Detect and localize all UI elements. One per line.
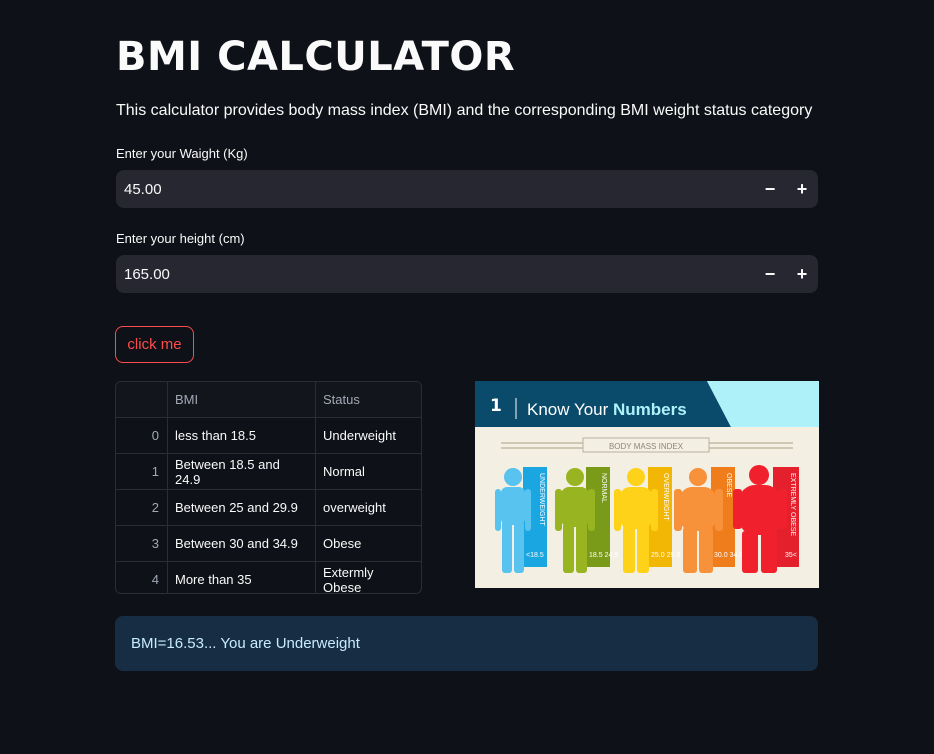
row-index: 2 [116, 489, 168, 526]
category-label-extremely-obese: EXTREMLY OBESE [789, 473, 796, 536]
category-range-extremely-obese: 35< [785, 552, 797, 559]
height-increment-button[interactable]: + [786, 255, 818, 293]
category-label-normal: NORMAL [600, 473, 607, 503]
table-row: 1 Between 18.5 and 24.9 Normal [116, 453, 421, 490]
row-index: 3 [116, 525, 168, 562]
row-index: 4 [116, 561, 168, 593]
infographic-header-emphasis: Numbers [613, 400, 687, 419]
category-range-overweight: 25.0 29.9 [651, 552, 680, 559]
row-status: Normal [315, 453, 421, 490]
page-description: This calculator provides body mass index… [116, 102, 813, 119]
weight-input[interactable]: 45.00 − + [116, 170, 818, 208]
weight-value[interactable]: 45.00 [116, 181, 754, 198]
table-row: 4 More than 35 Extermly Obese [116, 561, 421, 594]
page-title: BMI CALCULATOR [116, 34, 516, 80]
table-row: 3 Between 30 and 34.9 Obese [116, 525, 421, 562]
row-status: Extermly Obese [323, 564, 374, 594]
row-bmi: Between 30 and 34.9 [167, 525, 316, 562]
category-range-underweight: <18.5 [526, 552, 544, 559]
height-decrement-button[interactable]: − [754, 255, 786, 293]
infographic-banner: BODY MASS INDEX [609, 442, 684, 451]
row-bmi: Between 18.5 and 24.9 [167, 453, 316, 490]
table-header-index [116, 382, 168, 418]
row-bmi: More than 35 [167, 561, 316, 593]
category-label-obese: OBESE [725, 473, 732, 497]
row-status: overweight [315, 489, 421, 526]
row-status: Obese [315, 525, 421, 562]
category-range-obese: 30.0 34.9 [714, 552, 743, 559]
weight-label: Enter your Waight (Kg) [116, 146, 248, 161]
category-label-underweight: UNDERWEIGHT [538, 473, 545, 526]
table-row: 0 less than 18.5 Underweight [116, 417, 421, 454]
height-label: Enter your height (cm) [116, 231, 245, 246]
weight-decrement-button[interactable]: − [754, 170, 786, 208]
row-status: Underweight [315, 417, 421, 454]
height-value[interactable]: 165.00 [116, 266, 754, 283]
result-message: BMI=16.53... You are Underweight [115, 616, 818, 671]
table-row: 2 Between 25 and 29.9 overweight [116, 489, 421, 526]
category-range-normal: 18.5 24.9 [589, 552, 618, 559]
infographic-header-prefix: Know Your [527, 400, 613, 419]
click-me-button[interactable]: click me [115, 326, 194, 363]
category-label-overweight: OVERWEIGHT [662, 473, 669, 521]
table-header-bmi: BMI [167, 382, 316, 418]
bmi-infographic-image: 1 Know Your Numbers BODY MASS INDEX UNDE… [475, 381, 819, 588]
row-bmi: less than 18.5 [167, 417, 316, 454]
row-index: 1 [116, 453, 168, 490]
bmi-table: BMI Status 0 less than 18.5 Underweight … [115, 381, 422, 594]
height-input[interactable]: 165.00 − + [116, 255, 818, 293]
svg-text:1: 1 [490, 396, 502, 416]
row-index: 0 [116, 417, 168, 454]
svg-text:Know Your Numbers: Know Your Numbers [527, 400, 687, 419]
table-header-row: BMI Status [116, 382, 421, 418]
weight-increment-button[interactable]: + [786, 170, 818, 208]
row-bmi: Between 25 and 29.9 [167, 489, 316, 526]
table-header-status: Status [315, 382, 421, 418]
